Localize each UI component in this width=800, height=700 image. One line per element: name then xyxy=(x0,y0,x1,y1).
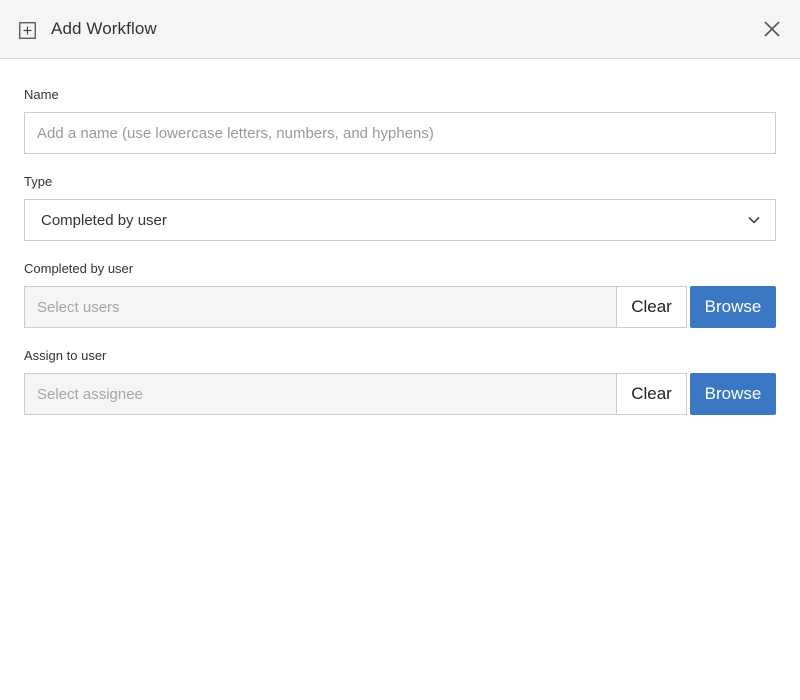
assign-to-user-label: Assign to user xyxy=(24,348,107,363)
dialog-body: Name Type Completed by user Completed by… xyxy=(0,86,800,415)
assign-to-user-clear-button[interactable]: Clear xyxy=(617,373,687,415)
name-label: Name xyxy=(24,87,59,102)
close-icon xyxy=(764,21,780,37)
completed-by-user-picker: Clear Browse xyxy=(24,286,776,328)
close-button[interactable] xyxy=(761,18,783,40)
assign-to-user-input[interactable] xyxy=(24,373,617,415)
dialog-title: Add Workflow xyxy=(51,19,157,38)
assign-to-user-browse-button[interactable]: Browse xyxy=(690,373,776,415)
chevron-down-icon xyxy=(747,213,761,227)
name-input[interactable] xyxy=(24,112,776,154)
assign-to-user-picker: Clear Browse xyxy=(24,373,776,415)
completed-by-user-label: Completed by user xyxy=(24,261,134,276)
completed-by-user-browse-button[interactable]: Browse xyxy=(690,286,776,328)
completed-by-user-input[interactable] xyxy=(24,286,617,328)
dialog-header: Add Workflow xyxy=(0,0,800,59)
plus-square-icon xyxy=(18,21,36,39)
type-select-value: Completed by user xyxy=(41,211,167,229)
type-label: Type xyxy=(24,174,53,189)
type-select[interactable]: Completed by user xyxy=(24,199,776,241)
completed-by-user-clear-button[interactable]: Clear xyxy=(617,286,687,328)
add-workflow-dialog: Add Workflow Name Type Completed by user… xyxy=(0,0,800,700)
